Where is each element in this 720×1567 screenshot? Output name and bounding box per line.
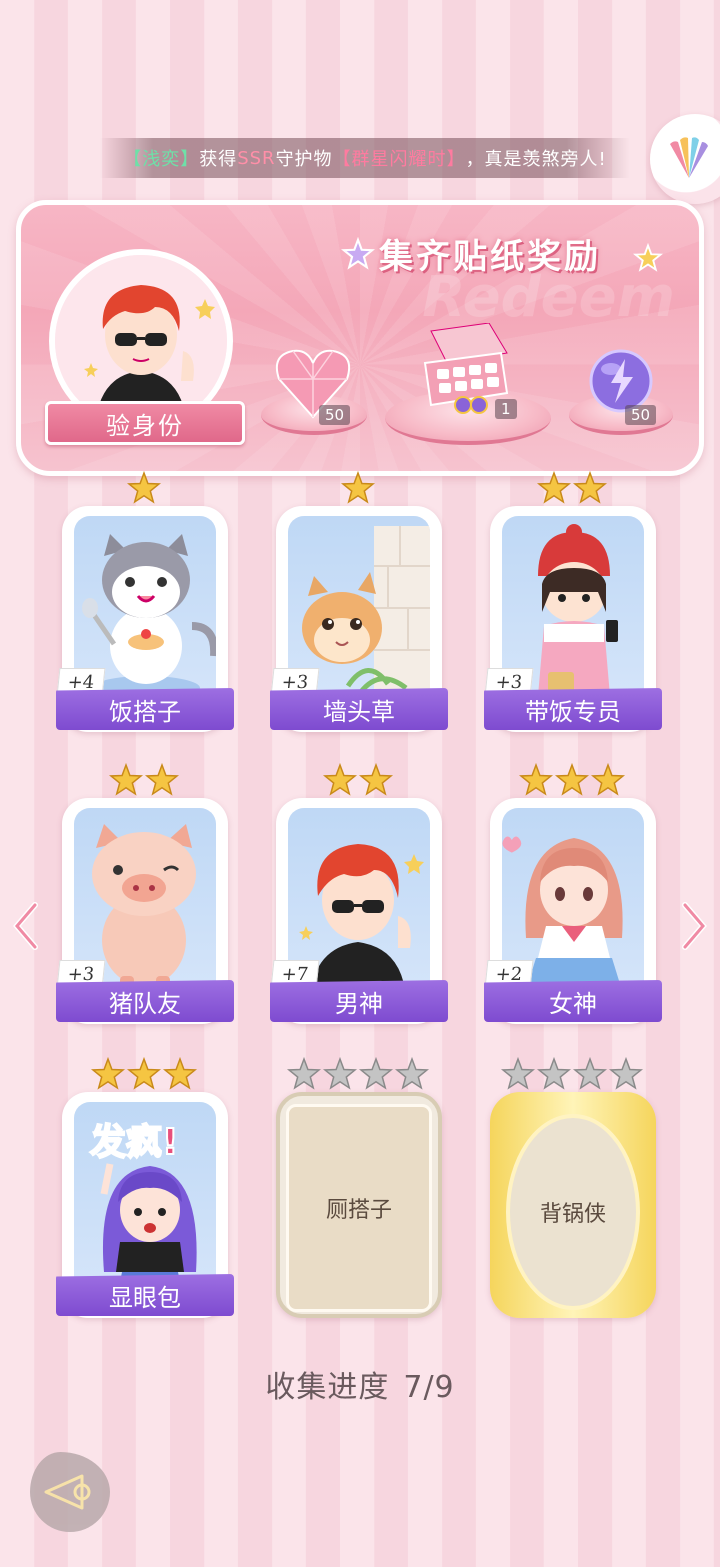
reward-qty-gift: 1 bbox=[495, 399, 517, 419]
sticker-card-nanshen[interactable]: +7 男神 bbox=[270, 762, 448, 1032]
announcement-banner: 【浅奕】获得 SSR 守护物 【群星闪耀时】 ，真是羡煞旁人! bbox=[100, 138, 630, 178]
card-stars bbox=[484, 1056, 660, 1092]
sticker-card-nvshen[interactable]: +2 女神 bbox=[484, 762, 662, 1032]
grey-star-icon bbox=[608, 1056, 644, 1090]
gold-star-icon bbox=[126, 1056, 162, 1090]
reward-title: 集齐贴纸奖励 bbox=[379, 237, 601, 277]
gold-star-icon bbox=[518, 762, 554, 796]
progress-value: 7/9 bbox=[403, 1370, 455, 1405]
card-stars bbox=[270, 470, 446, 506]
gold-star-icon bbox=[590, 762, 626, 796]
grey-star-icon bbox=[536, 1056, 572, 1090]
gold-star-icon bbox=[108, 762, 144, 796]
card-name-label: 男神 bbox=[270, 980, 448, 1022]
grey-star-icon bbox=[286, 1056, 322, 1090]
card-name-label: 墙头草 bbox=[270, 688, 448, 730]
announce-suffix: ，真是羡煞旁人! bbox=[465, 149, 607, 170]
announce-text-guardian: 守护物 bbox=[275, 149, 333, 170]
card-stars bbox=[270, 1056, 446, 1092]
card-name-label: 带饭专员 bbox=[484, 688, 662, 730]
announce-bracket-close: 】 bbox=[180, 149, 200, 170]
grey-star-icon bbox=[358, 1056, 394, 1090]
announce-item-name: 【群星闪耀时】 bbox=[332, 149, 466, 170]
progress-label: 收集进度 bbox=[265, 1370, 390, 1405]
yellow-star-icon bbox=[633, 243, 663, 272]
card-name-label: 显眼包 bbox=[56, 1274, 234, 1316]
chevron-left-icon bbox=[13, 902, 38, 950]
grey-star-icon bbox=[322, 1056, 358, 1090]
announce-prefix: 【 bbox=[123, 149, 143, 170]
back-arrow-icon bbox=[44, 1474, 91, 1510]
gold-star-icon bbox=[162, 1056, 198, 1090]
card-art: 发疯! bbox=[74, 1102, 216, 1292]
sticker-card-fandazi[interactable]: +4 饭搭子 bbox=[56, 470, 234, 740]
prev-page-button[interactable] bbox=[8, 896, 44, 956]
announce-text-get: 获得 bbox=[199, 149, 238, 170]
gold-star-icon bbox=[144, 762, 180, 796]
sticker-card-zhuduiyou[interactable]: +3 猪队友 bbox=[56, 762, 234, 1032]
chevron-right-icon bbox=[682, 902, 707, 950]
locked-card-name: 背锅侠 bbox=[506, 1114, 640, 1310]
announce-ssr: SSR bbox=[237, 147, 276, 169]
card-name-label: 饭搭子 bbox=[56, 688, 234, 730]
card-stars bbox=[56, 470, 232, 506]
back-button[interactable] bbox=[30, 1452, 110, 1532]
sticker-reward-panel: Redeem 集齐贴纸奖励 验身份 50 1 50 bbox=[16, 200, 704, 476]
gold-star-icon bbox=[536, 470, 572, 504]
sticker-card-qiangtoucao[interactable]: +3 墙头草 bbox=[270, 470, 448, 740]
grey-star-icon bbox=[572, 1056, 608, 1090]
gold-star-icon bbox=[126, 470, 162, 504]
gold-star-icon bbox=[554, 762, 590, 796]
gold-star-icon bbox=[90, 1056, 126, 1090]
card-stars bbox=[484, 762, 660, 798]
purple-star-icon bbox=[341, 237, 375, 270]
gold-star-icon bbox=[322, 762, 358, 796]
grey-star-icon bbox=[394, 1056, 430, 1090]
card-stars bbox=[270, 762, 446, 798]
reward-qty-heart: 50 bbox=[319, 405, 351, 425]
card-stars bbox=[56, 762, 232, 798]
verify-identity-button[interactable]: 验身份 bbox=[45, 401, 245, 445]
next-page-button[interactable] bbox=[676, 896, 712, 956]
card-name-label: 女神 bbox=[484, 980, 662, 1022]
fan-logo-icon bbox=[670, 137, 708, 178]
card-name-label: 猪队友 bbox=[56, 980, 234, 1022]
card-stars bbox=[56, 1056, 232, 1092]
sticker-art-text: 发疯! bbox=[90, 1122, 178, 1163]
event-logo-button[interactable] bbox=[650, 114, 720, 204]
gold-star-icon bbox=[358, 762, 394, 796]
collection-progress: 收集进度 7/9 bbox=[0, 1362, 720, 1406]
gold-star-icon bbox=[340, 470, 376, 504]
gold-star-icon bbox=[572, 470, 608, 504]
sticker-card-cedazi-locked[interactable]: 厕搭子 bbox=[270, 1056, 446, 1326]
locked-card-name: 厕搭子 bbox=[286, 1104, 432, 1312]
sticker-card-beiguoxia-locked[interactable]: 背锅侠 bbox=[484, 1056, 660, 1326]
grey-star-icon bbox=[500, 1056, 536, 1090]
reward-qty-orb: 50 bbox=[625, 405, 657, 425]
announce-player-name: 浅奕 bbox=[142, 149, 181, 170]
card-stars bbox=[484, 470, 660, 506]
sticker-card-xianyanbao[interactable]: 发疯! 显眼包 bbox=[56, 1056, 234, 1326]
girl-purple-hair-sticker-icon: 发疯! bbox=[89, 1121, 197, 1292]
sticker-card-daifanzhuanyuan[interactable]: +3 带饭专员 bbox=[484, 470, 662, 740]
